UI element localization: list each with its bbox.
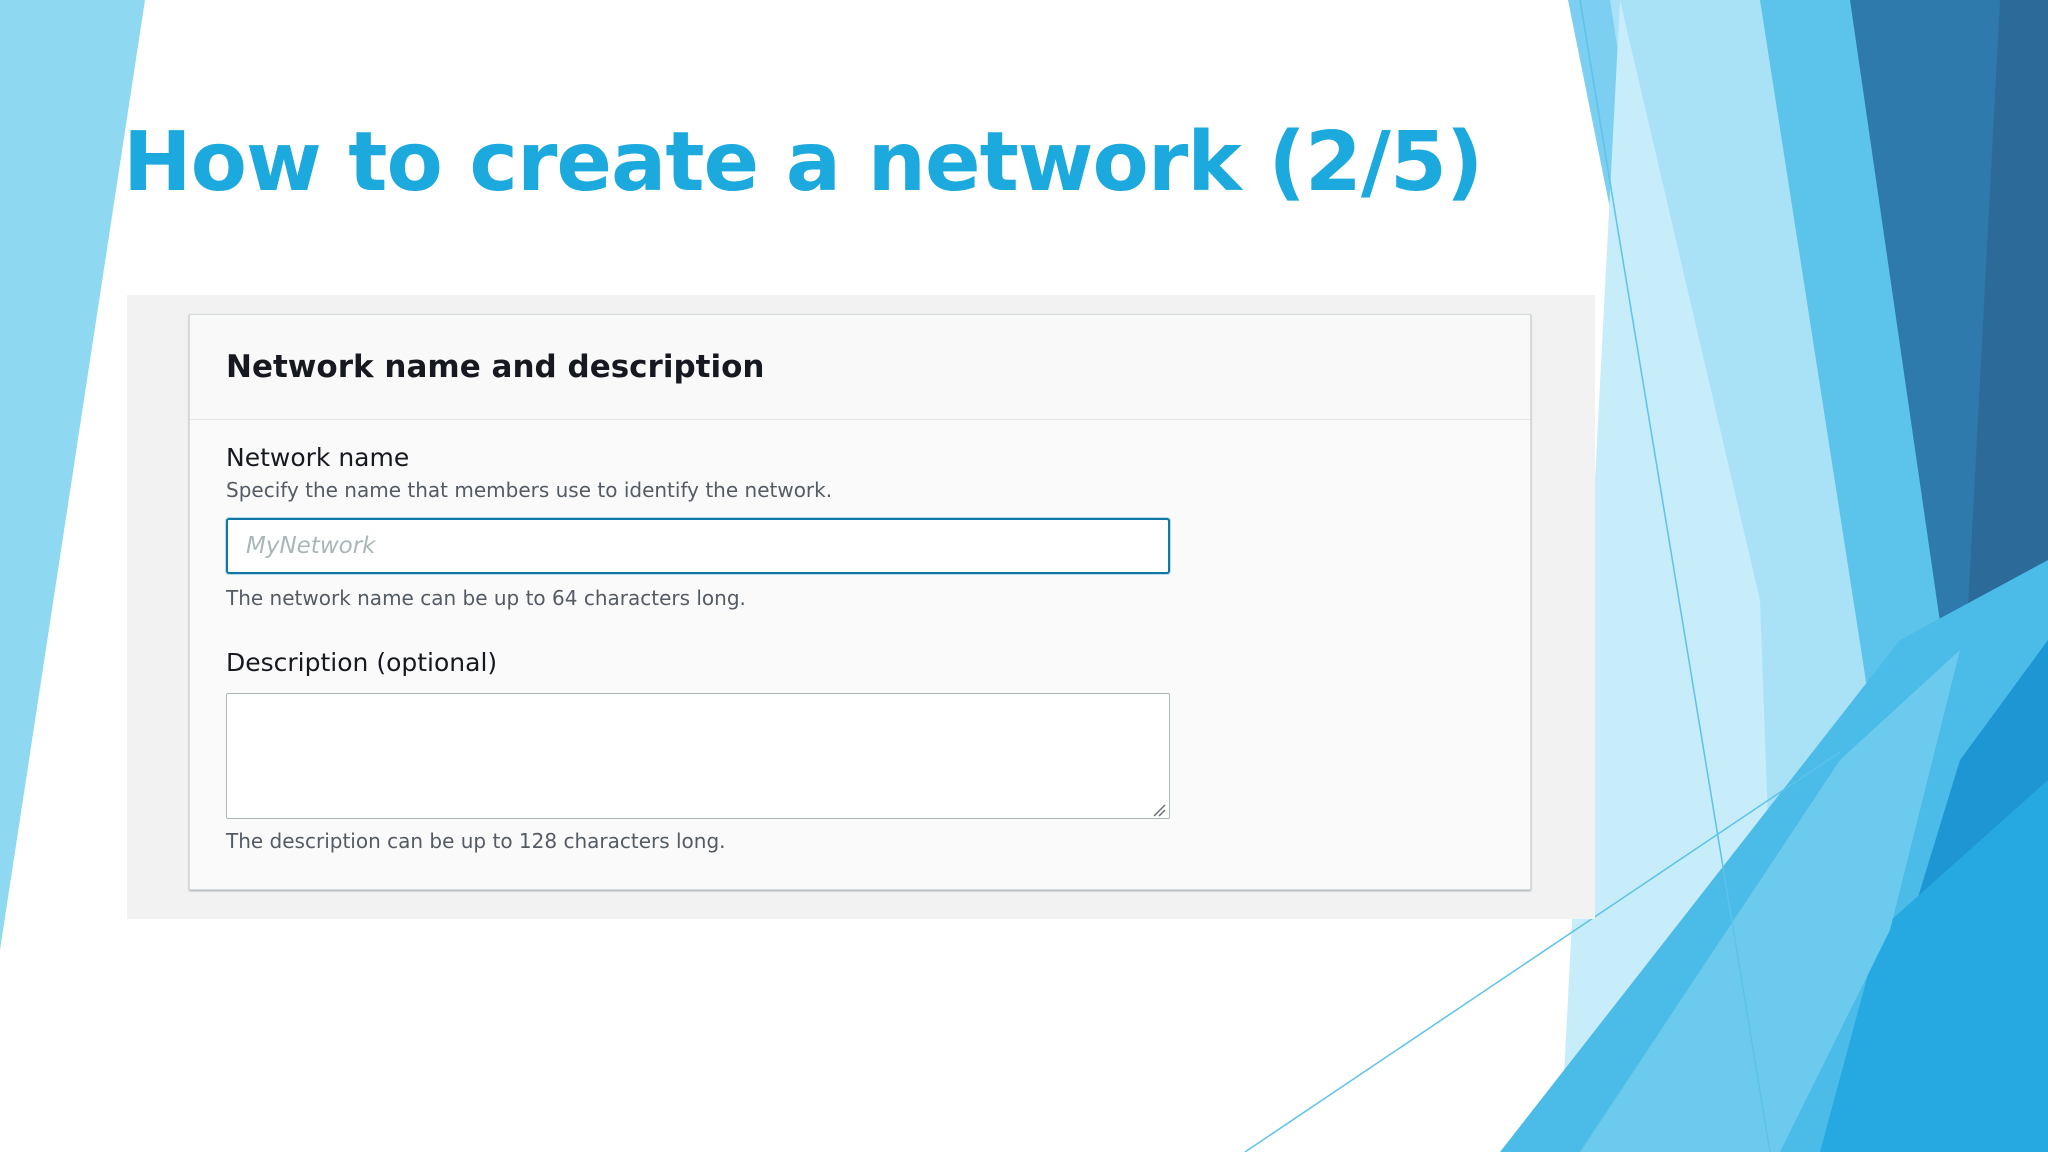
network-name-description: Specify the name that members use to ide… <box>226 478 833 502</box>
section-title: Network name and description <box>226 349 765 385</box>
description-label: Description (optional) <box>226 648 498 677</box>
screenshot-frame: Network name and description Network nam… <box>127 295 1595 919</box>
network-name-label: Network name <box>226 443 410 472</box>
description-textarea[interactable] <box>226 693 1170 819</box>
network-form-panel: Network name and description Network nam… <box>189 314 1531 890</box>
network-name-input[interactable] <box>226 518 1170 574</box>
network-name-field: Network name Specify the name that membe… <box>226 443 832 502</box>
network-name-constraint: The network name can be up to 64 charact… <box>226 586 746 610</box>
panel-header: Network name and description <box>190 315 1530 420</box>
slide-title: How to create a network (2/5) <box>123 115 1483 210</box>
description-constraint: The description can be up to 128 charact… <box>226 829 726 853</box>
resize-handle-icon[interactable] <box>1152 803 1166 817</box>
